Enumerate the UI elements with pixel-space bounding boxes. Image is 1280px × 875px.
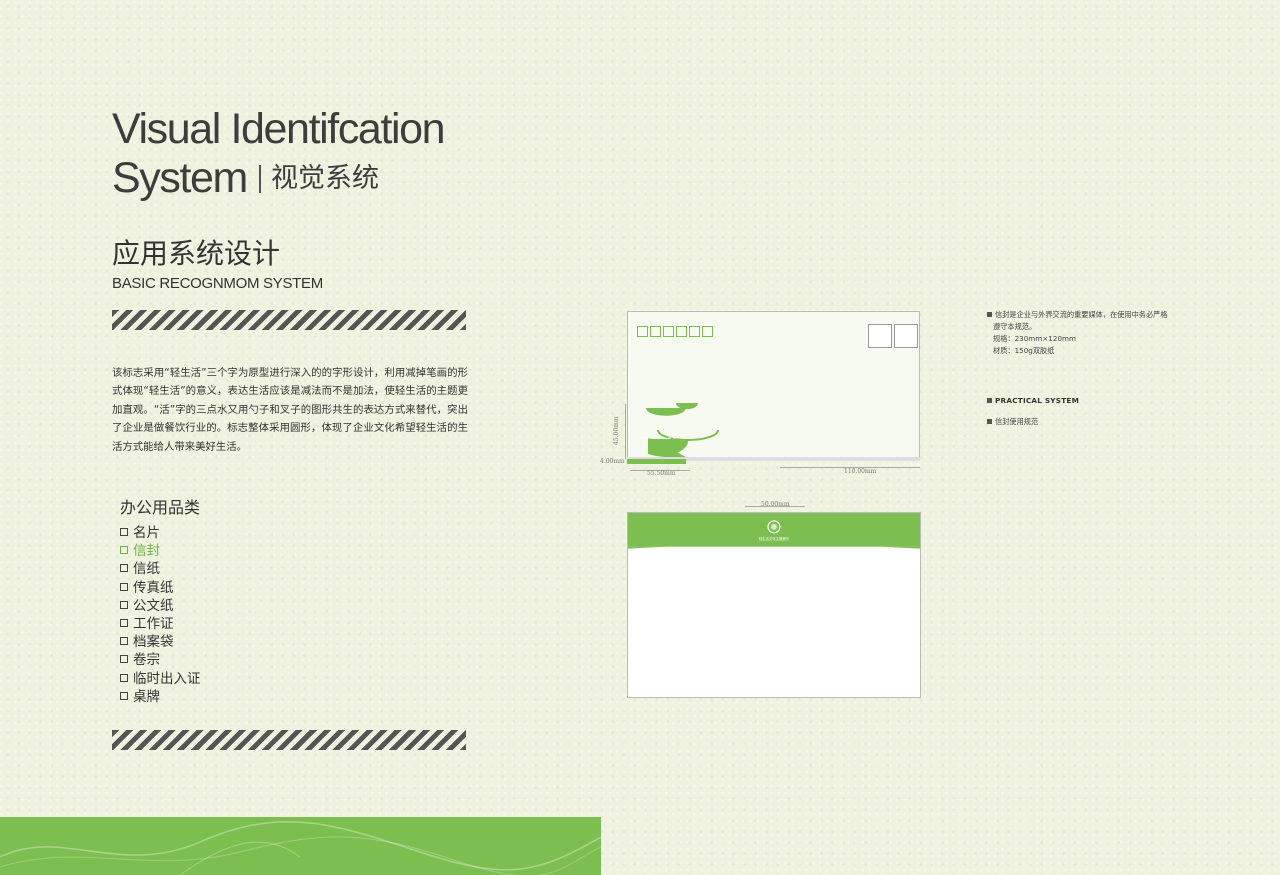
category-item-file-bag[interactable]: 档案袋	[120, 633, 201, 651]
bullet-square-icon	[987, 419, 992, 424]
category-label: 信封	[133, 543, 160, 560]
flap-brand-text: 轻生活文化主题餐厅	[758, 537, 790, 541]
category-label: 公文纸	[133, 597, 174, 614]
checkbox-icon	[120, 528, 128, 536]
usage-note: 信封使用规范	[987, 416, 1038, 428]
dimension-label-45mm: 45.00mm	[613, 416, 620, 445]
note-line-2: 遵守本规范。	[993, 322, 1037, 331]
dimension-label-4mm: 4.00mm	[600, 458, 625, 465]
title-system-cn: 视觉系统	[270, 163, 379, 195]
stripe-divider-top	[112, 310, 466, 330]
category-label: 名片	[133, 525, 160, 541]
checkbox-icon	[120, 600, 128, 609]
category-label: 传真纸	[133, 579, 174, 596]
practical-system-label: PRACTICAL SYSTEM	[987, 396, 1079, 405]
category-item-fax-paper[interactable]: 传真纸	[120, 579, 201, 597]
bullet-square-icon	[987, 398, 992, 403]
postcode-boxes	[637, 324, 715, 342]
checkbox-icon	[120, 564, 128, 573]
dimension-label-55mm: 55.50mm	[647, 470, 676, 477]
title-line-2: System 视觉系统	[112, 157, 379, 200]
category-label: 档案袋	[133, 634, 174, 651]
category-item-business-card[interactable]: 名片	[120, 524, 201, 542]
checkbox-icon	[120, 655, 128, 664]
category-item-letter-paper[interactable]: 信纸	[120, 560, 201, 578]
note-line-4: 材质：150g双胶纸	[993, 346, 1055, 355]
category-label: 工作证	[133, 615, 174, 632]
category-item-desk-sign[interactable]: 桌牌	[120, 688, 201, 706]
title-line-1: Visual Identifcation	[112, 105, 446, 153]
envelope-green-strip	[627, 459, 686, 464]
category-item-envelope[interactable]: 信封	[120, 542, 201, 560]
stamp-boxes	[866, 324, 918, 353]
dimension-line	[625, 404, 626, 459]
wave-decoration	[0, 821, 601, 875]
category-label: 临时出入证	[133, 670, 201, 687]
category-item-document-paper[interactable]: 公文纸	[120, 597, 201, 615]
category-label: 卷宗	[133, 652, 160, 669]
dimension-label-110mm: 110.00mm	[844, 468, 877, 475]
dimension-label-50mm: 50.00mm	[761, 501, 790, 508]
category-item-folder[interactable]: 卷宗	[120, 651, 201, 669]
checkbox-icon	[120, 673, 128, 682]
note-line-1: 信封是企业与外界交流的重要媒体，在使用中务必严格	[987, 309, 1168, 321]
section-title-en: BASIC RECOGNMOM SYSTEM	[112, 275, 323, 292]
checkbox-icon	[120, 582, 128, 591]
category-label: 信纸	[133, 561, 160, 578]
note-line-3: 规格：230mm×120mm	[993, 334, 1077, 343]
stripe-divider-bottom	[112, 730, 466, 750]
checkbox-icon	[120, 546, 128, 555]
checkbox-icon	[120, 637, 128, 646]
category-item-visitor-pass[interactable]: 临时出入证	[120, 670, 201, 688]
title-divider	[258, 164, 261, 193]
category-item-work-badge[interactable]: 工作证	[120, 615, 201, 633]
bottom-green-band	[0, 817, 601, 875]
category-title: 办公用品类	[120, 498, 201, 517]
bullet-square-icon	[987, 312, 992, 317]
checkbox-icon	[120, 691, 128, 700]
description-paragraph: 该标志采用“轻生活”三个字为原型进行深入的的字形设计，利用减掉笔画的形式体现“轻…	[112, 367, 468, 453]
title-system-en: System	[112, 154, 248, 202]
category-label: 桌牌	[133, 688, 160, 705]
section-title-cn: 应用系统设计	[112, 237, 281, 270]
checkbox-icon	[120, 618, 128, 627]
category-list: 名片 信封 信纸 传真纸 公文纸 工作证 档案袋 卷宗 临时出入证 桌牌	[120, 524, 201, 706]
